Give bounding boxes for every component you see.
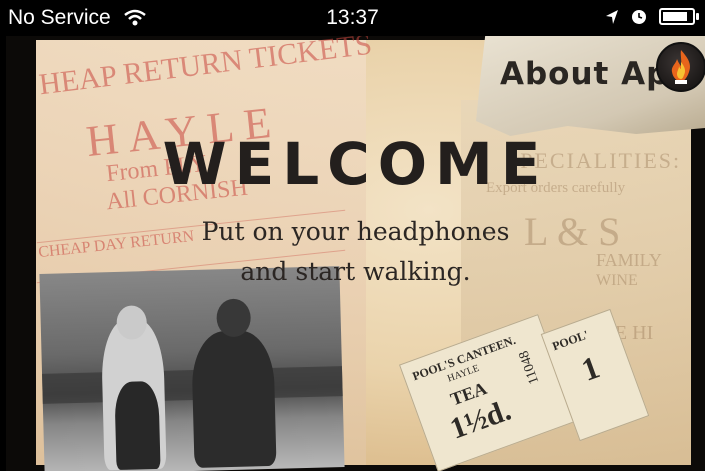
- status-right: [605, 8, 699, 25]
- subtitle-line-2: and start walking.: [240, 257, 471, 286]
- alarm-icon: [632, 9, 646, 24]
- flame-icon: [671, 50, 691, 84]
- welcome-subtitle: Put on your headphones and start walking…: [6, 212, 705, 292]
- location-arrow-icon: [606, 9, 618, 24]
- ticket-price: 1: [576, 348, 605, 388]
- about-app-button[interactable]: About App: [476, 36, 705, 136]
- ticket-number: 11048: [516, 348, 543, 387]
- clock: 13:37: [326, 6, 379, 29]
- welcome-screen: HEAP RETURN TICKETS HAYLE From PLY All C…: [6, 36, 705, 471]
- vintage-photo: [39, 266, 345, 471]
- subtitle-line-1: Put on your headphones: [201, 217, 510, 246]
- welcome-title: WELCOME: [162, 130, 549, 198]
- battery-fill: [663, 12, 687, 21]
- app-logo-icon[interactable]: [656, 42, 705, 92]
- status-bar: No Service 13:37: [0, 0, 705, 36]
- photo-woman-figure: [190, 329, 277, 468]
- photo-man-trousers: [114, 380, 161, 471]
- battery-icon: [659, 8, 699, 25]
